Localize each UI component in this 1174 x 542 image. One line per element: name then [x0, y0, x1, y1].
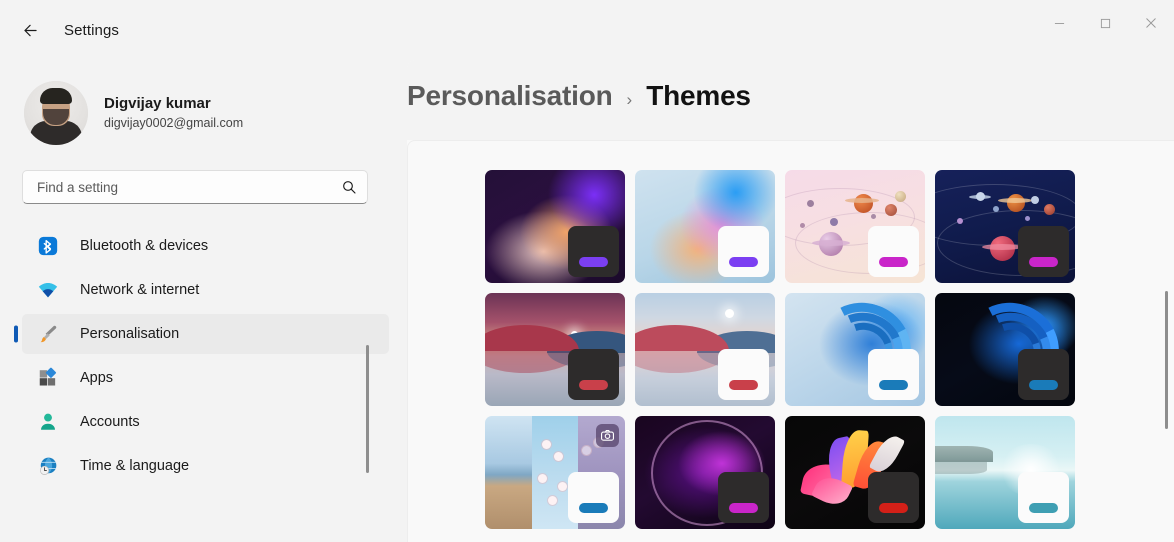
theme-preview-window	[868, 226, 919, 277]
minimize-icon	[1054, 22, 1064, 24]
maximize-icon	[1100, 18, 1110, 28]
sidebar-item-label: Bluetooth & devices	[80, 238, 209, 254]
theme-accent-bar	[1029, 257, 1058, 267]
app-title: Settings	[64, 21, 119, 39]
camera-icon	[596, 424, 619, 447]
theme-accent-bar	[579, 380, 608, 390]
theme-card[interactable]	[785, 170, 925, 283]
theme-card[interactable]	[785, 416, 925, 529]
theme-accent-bar	[879, 257, 908, 267]
arrow-left-icon	[23, 24, 37, 36]
theme-card[interactable]	[485, 416, 625, 529]
search-icon[interactable]	[341, 179, 357, 195]
sidebar: Digvijay kumar digvijay0002@gmail.com Fi…	[0, 60, 407, 542]
sidebar-item-time-language[interactable]: Time & language	[22, 446, 389, 486]
search-box[interactable]	[22, 170, 368, 204]
person-icon	[36, 410, 60, 434]
sidebar-item-label: Time & language	[80, 458, 190, 474]
search-input[interactable]	[37, 179, 341, 195]
breadcrumb-parent[interactable]: Personalisation	[407, 80, 613, 112]
theme-card[interactable]	[935, 416, 1075, 529]
apps-icon	[36, 366, 60, 390]
theme-accent-bar	[1029, 503, 1058, 513]
bluetooth-icon	[36, 234, 60, 258]
wifi-icon	[36, 278, 60, 302]
breadcrumb: Personalisation › Themes	[407, 60, 1174, 140]
theme-card[interactable]	[935, 170, 1075, 283]
theme-accent-bar	[729, 257, 758, 267]
theme-card[interactable]	[635, 293, 775, 406]
theme-preview-window	[718, 226, 769, 277]
theme-preview-window	[568, 349, 619, 400]
theme-preview-window	[568, 226, 619, 277]
theme-card[interactable]	[635, 416, 775, 529]
chevron-right-icon: ›	[626, 90, 633, 109]
content-scrollbar-thumb[interactable]	[1165, 291, 1168, 429]
sidebar-item-network-internet[interactable]: Network & internet	[22, 270, 389, 310]
theme-preview-window	[1018, 226, 1069, 277]
theme-accent-bar	[729, 503, 758, 513]
theme-accent-bar	[879, 380, 908, 390]
theme-preview-window	[868, 349, 919, 400]
maximize-button[interactable]	[1082, 0, 1128, 46]
avatar	[24, 81, 88, 145]
page-title: Themes	[646, 80, 751, 111]
paintbrush-icon	[36, 322, 60, 346]
close-icon	[1146, 18, 1156, 28]
themes-pane	[407, 140, 1174, 542]
theme-accent-bar	[729, 380, 758, 390]
minimize-button[interactable]	[1036, 0, 1082, 46]
theme-card[interactable]	[785, 293, 925, 406]
theme-preview-window	[868, 472, 919, 523]
sidebar-item-label: Network & internet	[80, 282, 200, 298]
theme-accent-bar	[579, 257, 608, 267]
sidebar-item-accounts[interactable]: Accounts	[22, 402, 389, 442]
window-controls	[1036, 0, 1174, 46]
theme-card[interactable]	[485, 293, 625, 406]
title-bar: Settings	[0, 0, 1174, 60]
sidebar-item-bluetooth-devices[interactable]: Bluetooth & devices	[22, 226, 389, 266]
theme-preview-window	[568, 472, 619, 523]
sidebar-item-label: Personalisation	[80, 326, 180, 342]
theme-card[interactable]	[635, 170, 775, 283]
account-card[interactable]: Digvijay kumar digvijay0002@gmail.com	[0, 60, 407, 156]
theme-grid	[408, 141, 1174, 529]
theme-card[interactable]	[485, 170, 625, 283]
theme-accent-bar	[579, 503, 608, 513]
theme-accent-bar	[1029, 380, 1058, 390]
theme-preview-window	[718, 472, 769, 523]
sidebar-item-label: Apps	[80, 370, 114, 386]
sidebar-item-label: Accounts	[80, 414, 140, 430]
theme-preview-window	[1018, 349, 1069, 400]
theme-card[interactable]	[935, 293, 1075, 406]
sidebar-item-apps[interactable]: Apps	[22, 358, 389, 398]
theme-accent-bar	[879, 503, 908, 513]
close-button[interactable]	[1128, 0, 1174, 46]
sidebar-item-personalisation[interactable]: Personalisation	[22, 314, 389, 354]
sidebar-scrollbar-thumb[interactable]	[366, 345, 369, 473]
sidebar-nav: Bluetooth & devices Network & internet P…	[0, 226, 407, 486]
settings-window: Settings Digvijay kumar digvijay0002@gma…	[0, 0, 1174, 542]
account-name: Digvijay kumar	[104, 95, 211, 112]
globe-clock-icon	[36, 454, 60, 478]
theme-preview-window	[1018, 472, 1069, 523]
window-body: Digvijay kumar digvijay0002@gmail.com Fi…	[0, 60, 1174, 542]
theme-preview-window	[718, 349, 769, 400]
content-area: Personalisation › Themes	[407, 60, 1174, 542]
account-email: digvijay0002@gmail.com	[104, 116, 244, 130]
back-button[interactable]	[12, 12, 48, 48]
